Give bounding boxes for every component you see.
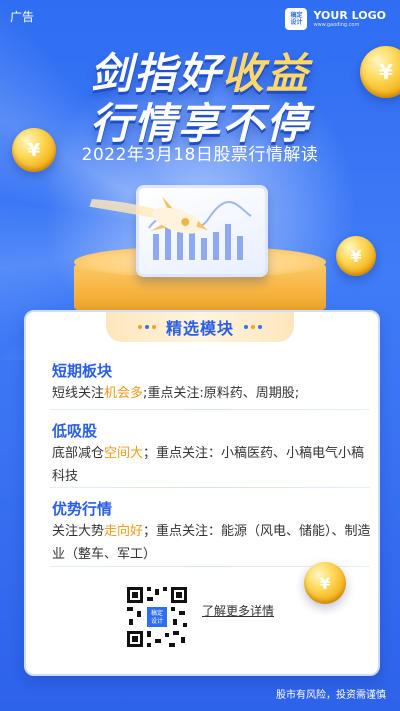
logo: 稿定 设计 YOUR LOGO www.gaoding.com [285,8,386,30]
section-low-buy: 低吸股 底部减仓空间大；重点关注：小稿医药、小稿电气小稿科技 [52,420,372,488]
dot [151,325,156,329]
logo-badge-line1: 稿定 [290,12,303,19]
section-body-highlight: 机会多 [104,386,144,401]
qr-center-line1: 稿定 [151,609,163,617]
section-title: 低吸股 [52,422,98,440]
section-body-highlight: 空间大 [104,446,144,461]
section-body: 短线关注机会多;重点关注:原料药、周期股; [52,382,372,405]
card-header: 精选模块 [106,312,294,342]
section-body: 关注大势走向好；重点关注：能源（风电、储能）、制造业（整车、军工） [52,520,372,566]
section-body-text: 关注大势 [52,524,105,539]
risk-notice: 股市有风险，投资需谨慎 [276,690,386,701]
divider [50,487,370,488]
coin-icon: ¥ [336,236,376,276]
dot [137,325,142,329]
section-body-text: 短线关注 [52,386,105,401]
qr-code-icon: 稿定 设计 [125,585,189,649]
section-body: 底部减仓空间大；重点关注：小稿医药、小稿电气小稿科技 [52,442,372,488]
coin-icon: ¥ [304,562,346,604]
dot [244,325,248,329]
qr-code[interactable]: 稿定 设计 [125,585,189,649]
poster: 广告 稿定 设计 YOUR LOGO www.gaoding.com ¥ ¥ 剑… [0,0,400,711]
subtitle: 2022年3月18日股票行情解读 [81,145,319,165]
qr-center-line2: 设计 [151,617,163,625]
dot [251,325,255,329]
dot [258,325,262,329]
divider [50,409,370,410]
section-short-term: 短期板块 短线关注机会多;重点关注:原料药、周期股; [52,360,372,405]
logo-text: YOUR LOGO [313,9,386,22]
section-advantage: 优势行情 关注大势走向好；重点关注：能源（风电、储能）、制造业（整车、军工） [52,498,372,566]
section-body-highlight: 走向好 [104,524,144,539]
section-title: 短期板块 [52,362,113,380]
section-body-text: ;重点关注:原料药、周期股; [143,386,300,401]
logo-badge-line2: 设计 [290,19,303,26]
logo-url: www.gaoding.com [313,22,360,28]
section-body-text: 底部减仓 [52,446,105,461]
logo-badge: 稿定 设计 [285,8,308,30]
learn-more-link[interactable]: 了解更多详情 [202,602,274,619]
decor-dots-right [244,325,262,329]
section-title: 优势行情 [52,500,113,518]
card-header-title: 精选模块 [165,319,234,338]
decor-dots-left [137,325,156,329]
ad-tag: 广告 [10,10,35,24]
dot [144,325,149,329]
